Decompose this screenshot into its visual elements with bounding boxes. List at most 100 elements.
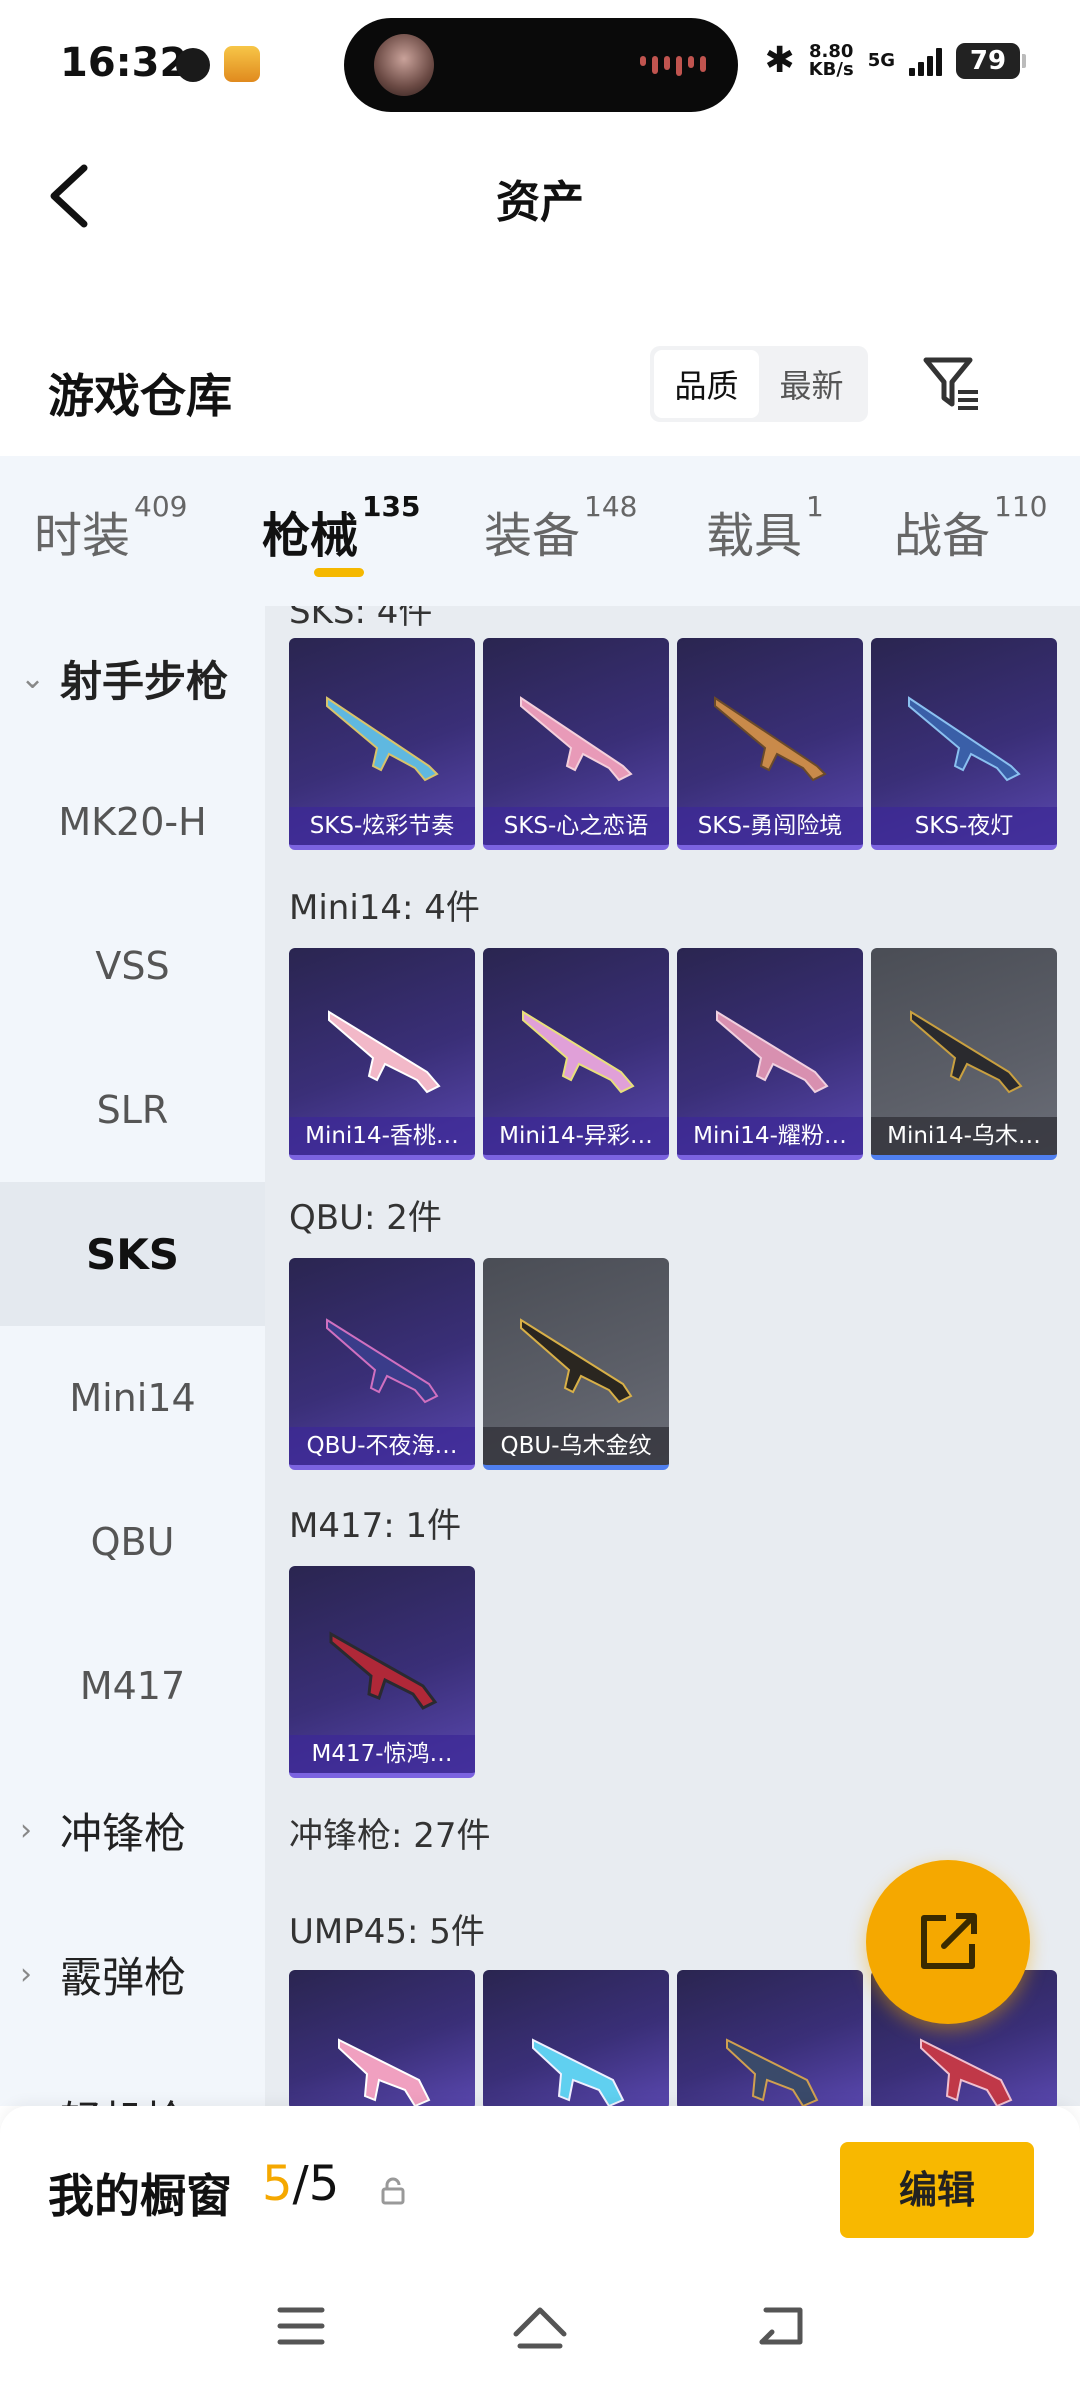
skin-card[interactable]: M417-惊鸿…	[289, 1566, 475, 1778]
rifle-icon	[908, 696, 1021, 782]
skin-card[interactable]: Mini14-乌木…	[871, 948, 1057, 1160]
sort-option-quality[interactable]: 品质	[654, 350, 759, 418]
skin-name: SKS-心之恋语	[483, 807, 669, 845]
tab-count: 148	[584, 490, 638, 523]
chevron-down-icon: ⌄	[20, 660, 46, 696]
sidebar-item-sks[interactable]: SKS	[0, 1182, 265, 1326]
skin-card[interactable]: Mini14-耀粉…	[677, 948, 863, 1160]
rifle-icon	[326, 696, 439, 782]
tab-equipment[interactable]: 装备148	[484, 490, 637, 566]
skin-card[interactable]	[289, 1970, 475, 2106]
tab-count: 110	[994, 490, 1048, 523]
tab-label: 枪械	[262, 508, 359, 564]
home-icon[interactable]	[510, 2304, 570, 2352]
warehouse-header: 游戏仓库	[0, 340, 1080, 460]
net-speed-unit: KB/s	[808, 58, 854, 80]
tab-gear[interactable]: 战备110	[894, 490, 1047, 566]
active-tab-indicator	[314, 568, 364, 577]
clock: 16:32	[60, 40, 188, 86]
sidebar-item-mk20h[interactable]: MK20-H	[0, 750, 265, 894]
smg-icon	[726, 2038, 819, 2106]
sidebar-item-label: 霰弹枪	[60, 1952, 187, 2002]
showcase-label: 我的橱窗	[48, 2169, 232, 2223]
sidebar-item-slr[interactable]: SLR	[0, 1038, 265, 1182]
sidebar-group-smg[interactable]: › 冲锋枪	[0, 1758, 265, 1902]
skin-card[interactable]: SKS-夜灯	[871, 638, 1057, 850]
rifle-icon	[328, 1010, 441, 1094]
skin-card[interactable]: Mini14-异彩…	[483, 948, 669, 1160]
sort-toggle: 品质 最新	[650, 346, 868, 422]
skin-name: Mini14-耀粉…	[677, 1117, 863, 1155]
skin-name: Mini14-乌木…	[871, 1117, 1057, 1155]
tab-label: 载具	[706, 508, 803, 564]
skin-name: Mini14-异彩…	[483, 1117, 669, 1155]
share-icon	[921, 1913, 977, 1969]
skin-name: SKS-夜灯	[871, 807, 1057, 845]
sidebar-item-qbu[interactable]: QBU	[0, 1470, 265, 1614]
skin-name: QBU-乌木金纹	[483, 1427, 669, 1465]
skin-card[interactable]: QBU-乌木金纹	[483, 1258, 669, 1470]
tab-vehicles[interactable]: 载具1	[706, 490, 824, 566]
tab-guns[interactable]: 枪械135	[262, 490, 420, 566]
group-title-smg: 冲锋枪: 27件	[289, 1816, 491, 1856]
skin-card[interactable]	[483, 1970, 669, 2106]
weapon-category-sidebar: ⌄ 射手步枪 MK20-H VSS SLR SKS Mini14 QBU M417…	[0, 606, 265, 2106]
smg-icon	[338, 2038, 431, 2106]
sidebar-item-label: 冲锋枪	[60, 1808, 187, 1858]
skin-card[interactable]: SKS-炫彩节奏	[289, 638, 475, 850]
showcase-bar: 我的橱窗 5/5 编辑	[0, 2106, 1080, 2400]
sidebar-group-lmg[interactable]: ›轻机枪	[0, 2046, 265, 2107]
showcase-max: 5	[308, 2156, 340, 2212]
menu-icon[interactable]	[276, 2304, 326, 2348]
sort-option-latest[interactable]: 最新	[759, 350, 864, 418]
skin-card[interactable]	[677, 1970, 863, 2106]
network-type: 5G	[867, 49, 895, 71]
globe-icon	[176, 48, 210, 82]
filter-icon	[923, 357, 978, 410]
tab-fashion[interactable]: 时装409	[34, 490, 187, 566]
edit-button[interactable]: 编辑	[840, 2142, 1034, 2238]
lock-icon	[381, 2177, 405, 2205]
status-bar: 16:32 ✱ 8.80 KB/s 5G 79	[0, 0, 1080, 130]
skin-card[interactable]: QBU-不夜海…	[289, 1258, 475, 1470]
tab-label: 时装	[34, 508, 131, 564]
skin-name: SKS-炫彩节奏	[289, 807, 475, 845]
rifle-icon	[520, 696, 633, 782]
sidebar-item-label: 轻机枪	[60, 2088, 186, 2107]
sidebar-group-marksman-rifles[interactable]: ⌄ 射手步枪	[0, 606, 265, 750]
sidebar-item-m417[interactable]: M417	[0, 1614, 265, 1758]
sidebar-item-mini14[interactable]: Mini14	[0, 1326, 265, 1470]
group-title-mini14: Mini14: 4件	[289, 888, 480, 928]
warehouse-title: 游戏仓库	[48, 369, 232, 423]
avatar	[374, 34, 434, 96]
rifle-icon	[326, 1318, 439, 1404]
showcase-separator: /	[292, 2156, 309, 2212]
sidebar-item-vss[interactable]: VSS	[0, 894, 265, 1038]
tab-count: 1	[806, 490, 824, 523]
skin-name: QBU-不夜海…	[289, 1427, 475, 1465]
skin-card[interactable]: SKS-勇闯险境	[677, 638, 863, 850]
showcase-current: 5	[262, 2156, 293, 2212]
share-button[interactable]	[866, 1860, 1030, 2024]
category-tabs: 时装409 枪械135 装备148 载具1 战备110	[0, 456, 1080, 606]
skin-name: SKS-勇闯险境	[677, 807, 863, 845]
chevron-right-icon: ›	[20, 1812, 32, 1848]
skin-card[interactable]: SKS-心之恋语	[483, 638, 669, 850]
bluetooth-icon: ✱	[764, 40, 795, 81]
sidebar-group-shotgun[interactable]: › 霰弹枪	[0, 1902, 265, 2046]
dynamic-island[interactable]	[344, 18, 738, 112]
app-notification-icon	[224, 46, 260, 82]
page-title: 资产	[496, 177, 584, 228]
tab-count: 409	[134, 490, 188, 523]
showcase-count: 5/5	[262, 2156, 339, 2212]
back-nav-icon[interactable]	[756, 2304, 808, 2348]
skin-card[interactable]: Mini14-香桃…	[289, 948, 475, 1160]
rifle-icon	[716, 1010, 829, 1094]
rifle-icon	[522, 1010, 635, 1094]
net-speed: 8.80 KB/s	[808, 42, 854, 80]
filter-button[interactable]	[920, 352, 984, 416]
sidebar-item-label: 射手步枪	[60, 656, 229, 706]
rifle-icon	[910, 1010, 1023, 1094]
tab-label: 装备	[484, 508, 581, 564]
group-title-qbu: QBU: 2件	[289, 1198, 442, 1238]
